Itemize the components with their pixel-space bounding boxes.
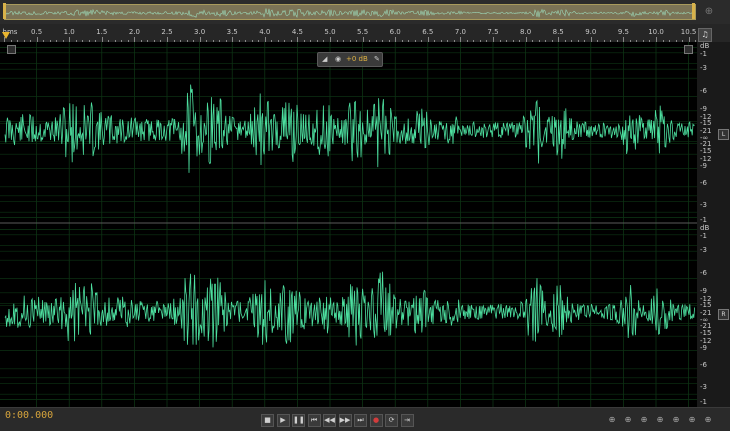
headphones-icon[interactable]: ♫ — [698, 28, 712, 42]
time-ruler[interactable]: hms 0.5 1.0 1.5 2.0 2.5 3.0 3.5 4.0 4.5 5.0 5.5 6.0… — [0, 24, 730, 43]
ruler-label: 9.0 — [585, 28, 597, 36]
time-display[interactable]: 0:00.000 — [5, 410, 53, 421]
record-icon[interactable]: ● — [369, 414, 383, 427]
ruler-label: 7.5 — [487, 28, 499, 36]
ruler-label: 6.5 — [422, 28, 434, 36]
ruler-label: 1.0 — [63, 28, 75, 36]
ruler-label: 4.5 — [291, 28, 303, 36]
overview-bar[interactable]: ⊕ — [0, 0, 730, 24]
left-channel-corner-button[interactable] — [7, 45, 16, 54]
db-unit-label: dB — [700, 42, 710, 50]
skip-selection-icon[interactable]: ⇥ — [400, 414, 414, 427]
overview-right-handle[interactable] — [692, 3, 695, 19]
overview-track[interactable] — [4, 4, 696, 20]
db-label: -1 — [700, 397, 707, 406]
db-label: -6 — [700, 178, 707, 187]
db-label: -1 — [700, 215, 707, 224]
play-icon[interactable]: ▶ — [276, 414, 290, 427]
ruler-label: 4.0 — [259, 28, 271, 36]
rewind-icon[interactable]: ◀◀ — [323, 414, 336, 427]
ruler-label: 0.5 — [31, 28, 43, 36]
db-label: -9 — [700, 344, 707, 353]
db-label: -1 — [700, 232, 707, 241]
ruler-label: 8.0 — [520, 28, 532, 36]
pin-icon[interactable]: ✎ — [374, 55, 380, 63]
stop-icon[interactable]: ■ — [261, 414, 274, 427]
zoom-in-time-icon[interactable]: ⊕ — [670, 414, 682, 425]
db-label: -6 — [700, 269, 707, 278]
db-label: -3 — [700, 200, 707, 209]
amplitude-scale[interactable]: dB -1 -3 -6 -9 -12 -15 -21 -∞ -21 -15 -12 -9 -6 -3 -1 dB… — [697, 42, 730, 407]
playhead-icon[interactable] — [2, 32, 10, 39]
ruler-label: 10.5 — [680, 28, 697, 36]
ruler-label: 7.0 — [454, 28, 466, 36]
db-label: -3 — [700, 245, 707, 254]
zoom-out-time-icon[interactable]: ⊕ — [686, 414, 698, 425]
overview-waveform — [4, 8, 695, 18]
waveform-display[interactable] — [0, 42, 697, 407]
pause-icon[interactable]: ❚❚ — [292, 414, 305, 427]
gain-meter-icon: ◢ — [322, 55, 328, 63]
overview-left-handle[interactable] — [3, 3, 6, 19]
ruler-label: 1.5 — [96, 28, 108, 36]
channel-tag-left[interactable]: L — [718, 129, 729, 140]
db-label: -9 — [700, 162, 707, 171]
gain-hud[interactable]: ◢ ◉ +0 dB ✎ — [317, 52, 383, 67]
db-unit-label: dB — [700, 224, 710, 232]
ruler-label: 5.5 — [357, 28, 369, 36]
zoom-out-full-icon[interactable]: ⊕ — [638, 414, 650, 425]
ruler-label: 8.5 — [552, 28, 564, 36]
fast-forward-icon[interactable]: ▶▶ — [338, 414, 352, 427]
zoom-out-amplitude-icon[interactable]: ⊕ — [622, 414, 634, 425]
zoom-in-point-icon[interactable]: ⊕ — [654, 414, 666, 425]
waveform-grid — [0, 42, 697, 407]
gain-value[interactable]: +0 dB — [346, 55, 368, 63]
zoom-navigator-icon[interactable]: ⊕ — [702, 5, 716, 19]
zoom-selection-icon[interactable]: ⊕ — [702, 414, 714, 425]
zoom-in-amplitude-icon[interactable]: ⊕ — [606, 414, 618, 425]
right-corner-button[interactable] — [684, 45, 693, 54]
ruler-label: 10.0 — [648, 28, 664, 36]
move-to-start-icon[interactable]: ⏮ — [307, 414, 321, 427]
move-to-end-icon[interactable]: ⏭ — [354, 414, 367, 427]
ruler-label: 9.5 — [617, 28, 629, 36]
db-label: -3 — [700, 382, 707, 391]
loop-icon[interactable]: ⟳ — [385, 414, 398, 427]
ruler-label: 3.5 — [226, 28, 238, 36]
db-label: -3 — [700, 63, 707, 72]
db-label: -6 — [700, 360, 707, 369]
ruler-label: 5.0 — [324, 28, 336, 36]
ruler-label: 2.5 — [161, 28, 173, 36]
ruler-label: 6.0 — [389, 28, 401, 36]
left-channel-waveform — [4, 84, 695, 173]
waveform-canvas[interactable] — [0, 42, 697, 407]
channel-tag-right[interactable]: R — [718, 309, 729, 320]
ruler-label: 2.0 — [128, 28, 140, 36]
ruler-label: 3.0 — [194, 28, 206, 36]
gain-knob-icon[interactable]: ◉ — [335, 55, 341, 63]
db-label: -1 — [700, 50, 707, 59]
db-label: -6 — [700, 87, 707, 96]
